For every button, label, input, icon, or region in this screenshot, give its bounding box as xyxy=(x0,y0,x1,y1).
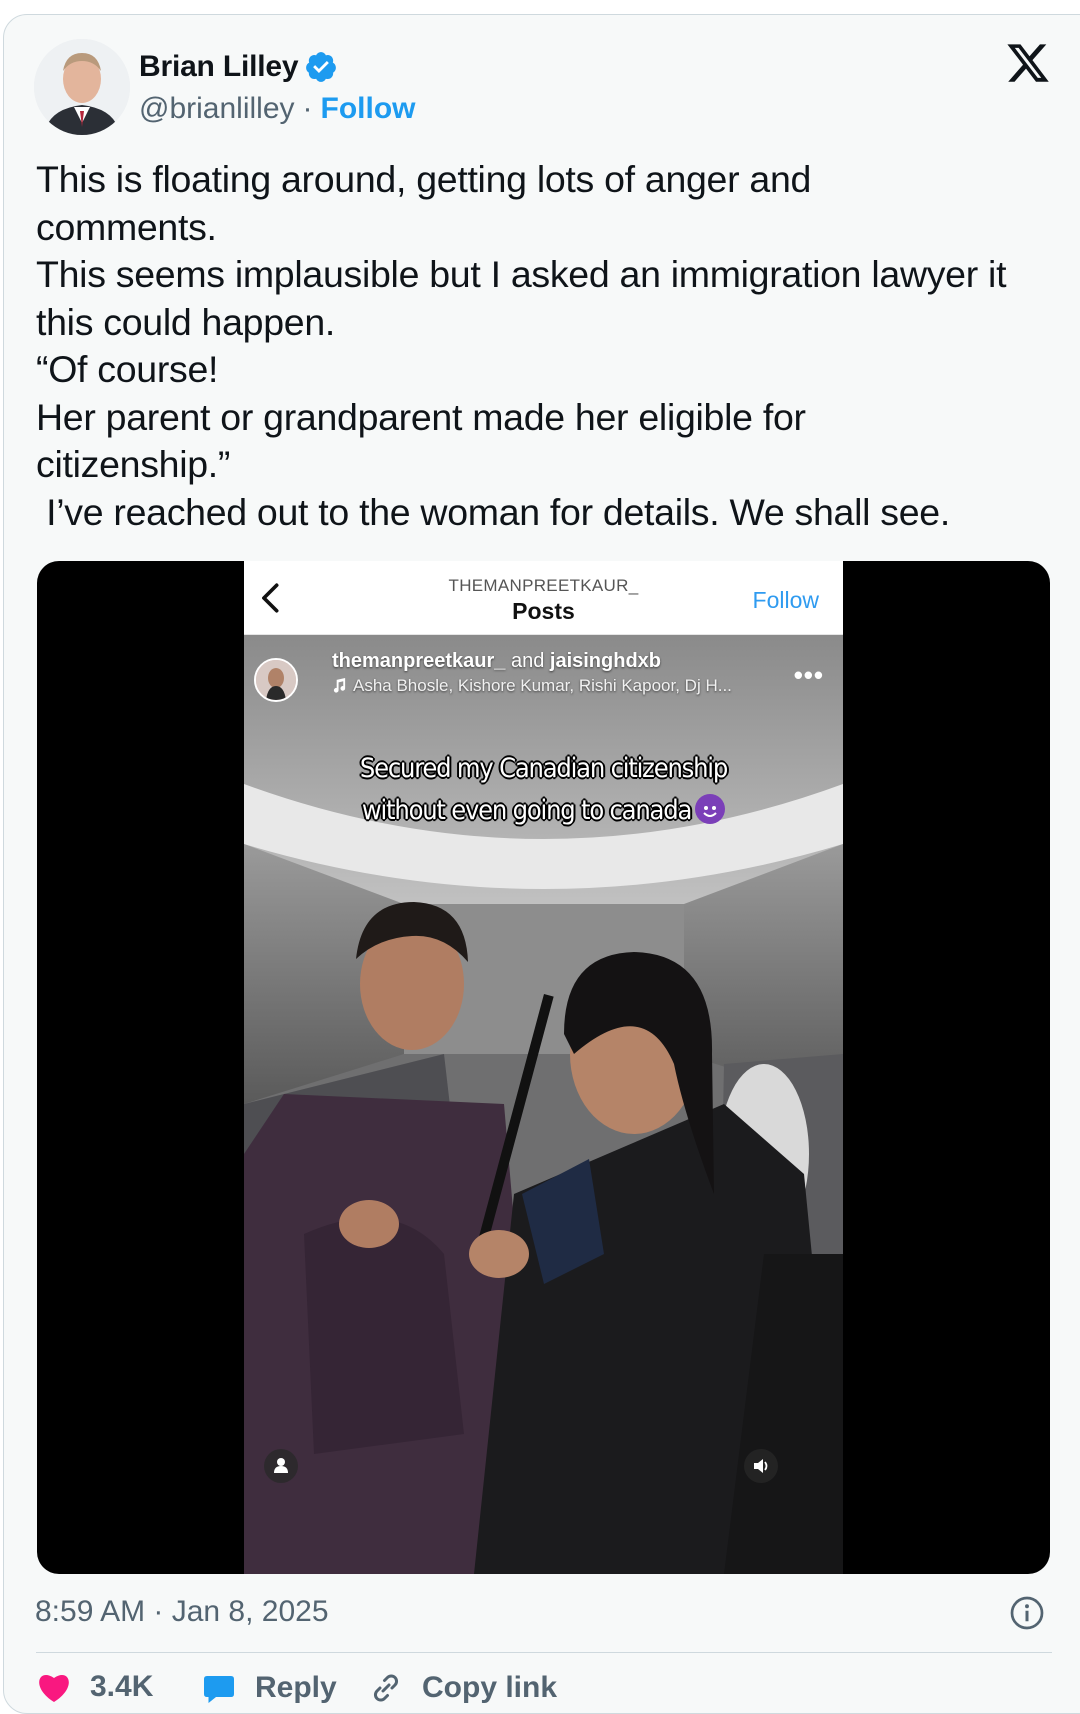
separator-dot: · xyxy=(302,92,313,125)
heart-icon xyxy=(39,1675,69,1702)
post-meta: themanpreetkaur_ and jaisinghdxb Asha Bh… xyxy=(254,644,834,704)
music-note-icon xyxy=(333,678,346,693)
video-caption: Secured my Canadian citizenship without … xyxy=(244,748,843,832)
author-handle[interactable]: @brianlilley xyxy=(139,92,295,126)
more-options-icon[interactable]: ••• xyxy=(794,660,824,691)
post-joiner: and xyxy=(505,650,550,672)
post-collaborators: themanpreetkaur_ and jaisinghdxb xyxy=(332,650,661,673)
reply-button[interactable]: Reply xyxy=(201,1670,337,1706)
speaker-icon xyxy=(754,1459,768,1473)
post-avatar[interactable] xyxy=(254,658,298,702)
link-icon xyxy=(373,1674,399,1702)
reply-bubble-icon xyxy=(204,1676,234,1703)
post-avatar-photo xyxy=(256,660,296,700)
instagram-header: THEMANPREETKAUR_ Posts Follow xyxy=(244,561,843,635)
author-photo xyxy=(34,39,130,135)
tweet-timestamp[interactable]: 8:59 AM · Jan 8, 2025 xyxy=(35,1595,329,1629)
instagram-screen: THEMANPREETKAUR_ Posts Follow themanpree… xyxy=(244,561,843,1574)
embedded-video[interactable]: THEMANPREETKAUR_ Posts Follow themanpree… xyxy=(37,561,1050,1574)
devil-emoji-icon xyxy=(695,794,726,824)
caption-line-2: without even going to canada xyxy=(361,795,692,826)
post-music[interactable]: Asha Bhosle, Kishore Kumar, Rishi Kapoor… xyxy=(332,676,732,696)
reply-label: Reply xyxy=(255,1671,337,1704)
person-icon xyxy=(274,1458,288,1473)
tweet-text: This is floating around, getting lots of… xyxy=(36,158,1007,533)
follow-link[interactable]: Follow xyxy=(321,92,416,126)
verified-badge-icon xyxy=(306,52,337,82)
x-logo-icon[interactable] xyxy=(1005,40,1051,86)
tagged-people-button[interactable] xyxy=(264,1449,298,1483)
action-divider xyxy=(36,1652,1052,1653)
info-icon[interactable] xyxy=(1009,1595,1045,1631)
mute-toggle-button[interactable] xyxy=(744,1449,778,1483)
post-user-1[interactable]: themanpreetkaur_ xyxy=(332,650,505,672)
caption-line-1: Secured my Canadian citizenship xyxy=(359,753,728,784)
copy-link-button[interactable]: Copy link xyxy=(368,1670,557,1706)
like-button[interactable]: 3.4K xyxy=(36,1670,153,1704)
copy-link-label: Copy link xyxy=(422,1671,558,1704)
music-credits: Asha Bhosle, Kishore Kumar, Rishi Kapoor… xyxy=(353,676,732,695)
instagram-follow-button[interactable]: Follow xyxy=(753,587,819,614)
author-name[interactable]: Brian Lilley xyxy=(139,50,299,84)
author-avatar[interactable] xyxy=(34,39,130,135)
action-bar: 3.4K Reply Copy link xyxy=(36,1670,1076,1710)
post-user-2[interactable]: jaisinghdxb xyxy=(550,650,661,672)
like-count: 3.4K xyxy=(90,1670,154,1703)
